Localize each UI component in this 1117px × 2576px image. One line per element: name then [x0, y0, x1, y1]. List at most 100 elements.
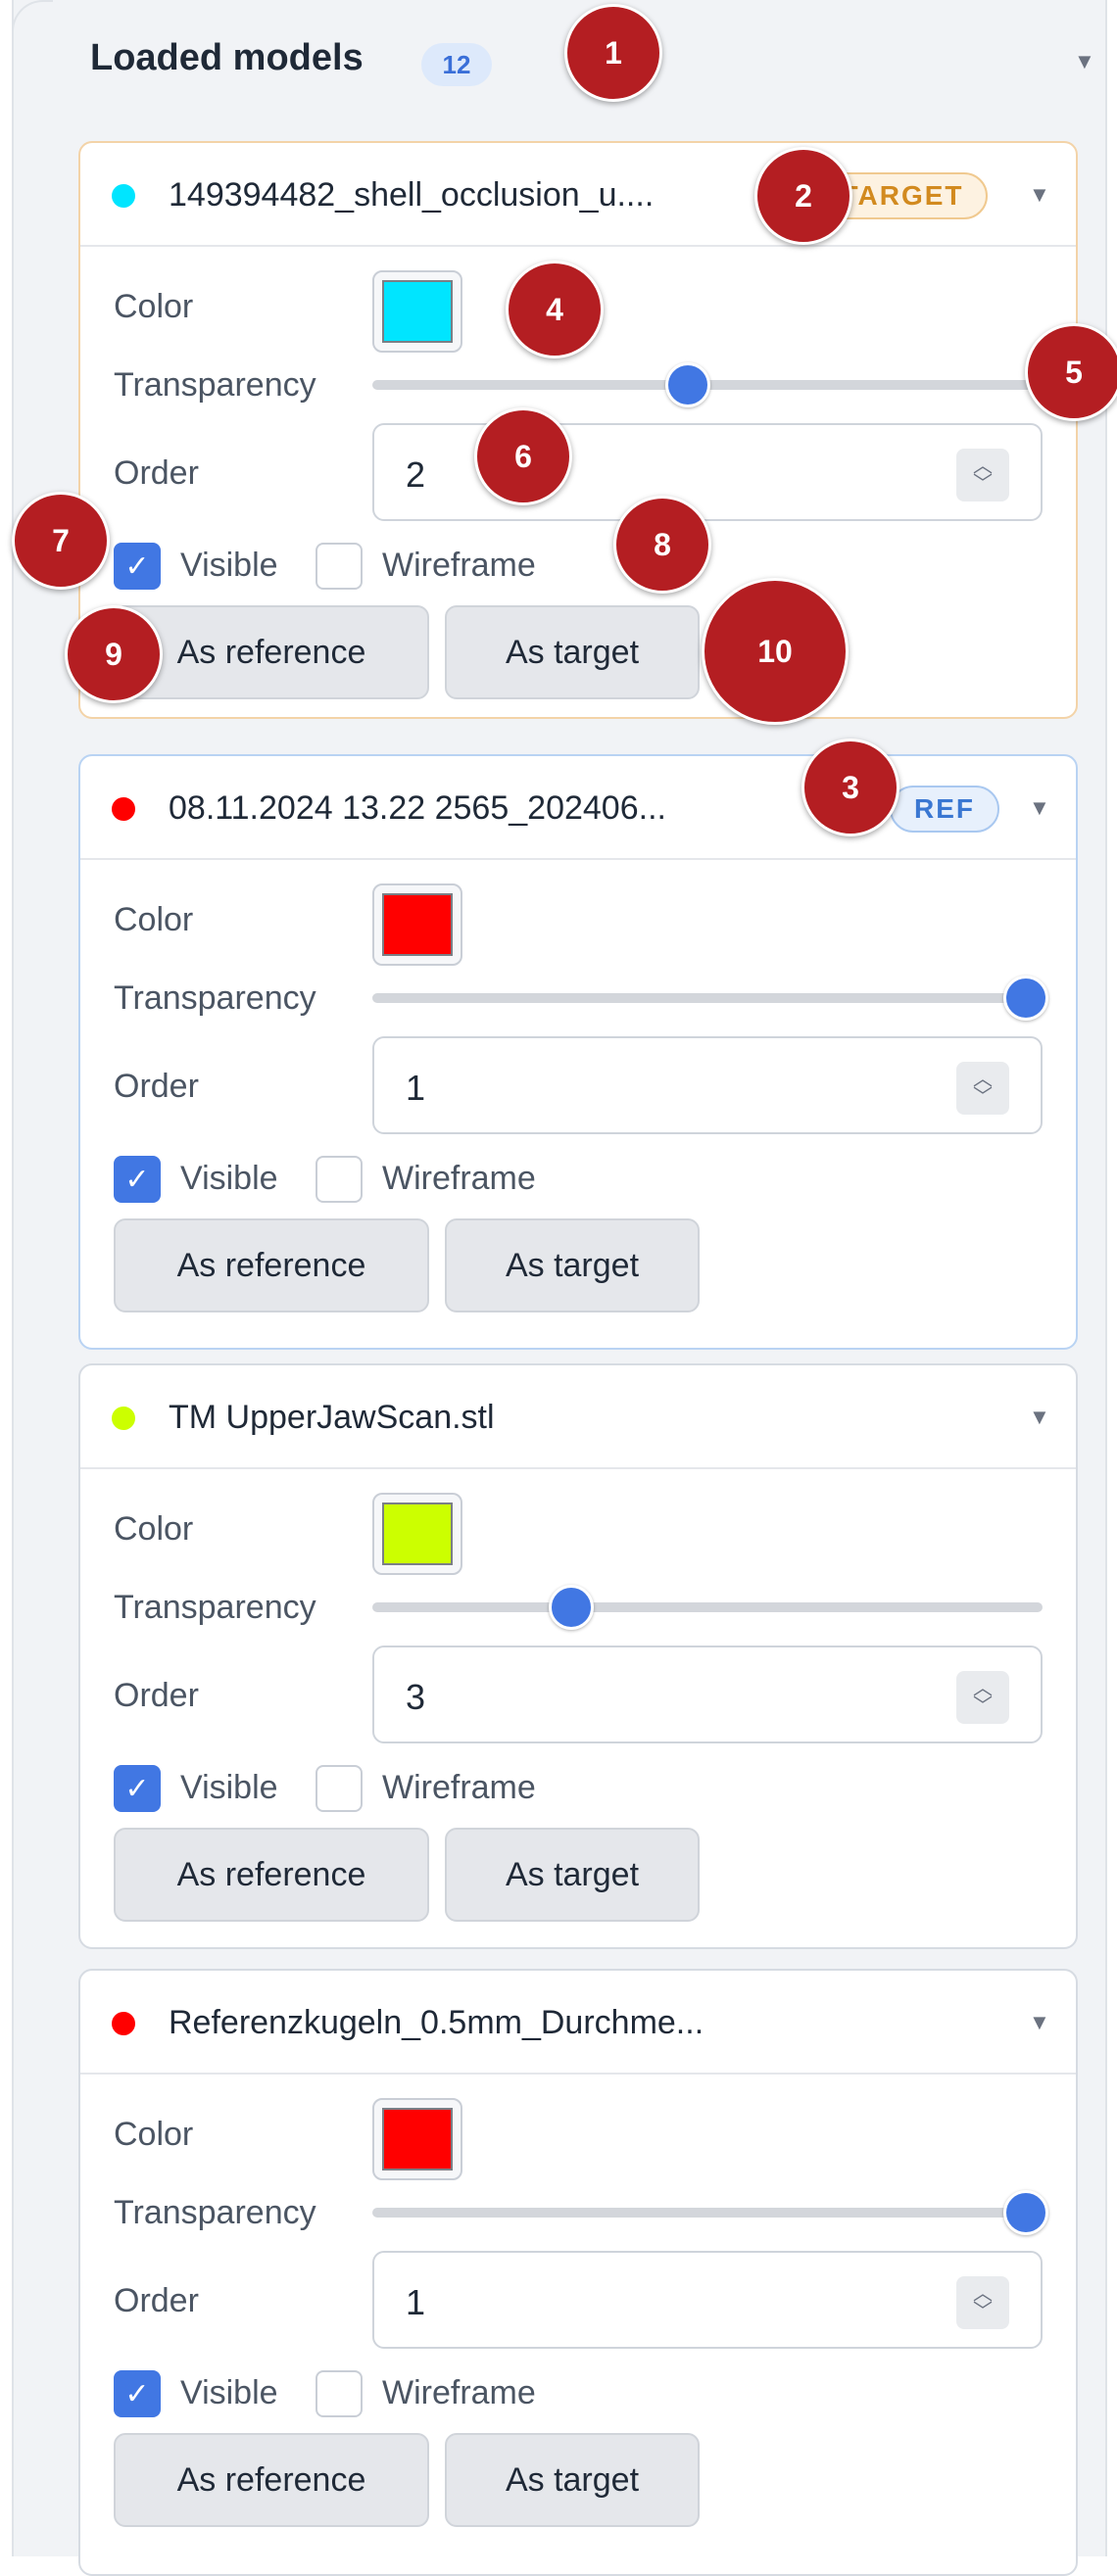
check-icon: ✓: [124, 549, 150, 583]
model-card: Referenzkugeln_0.5mm_Durchme... ▼ Color …: [78, 1969, 1078, 2576]
chevron-down-icon[interactable]: ▼: [1029, 2010, 1050, 2035]
visible-checkbox[interactable]: ✓: [114, 2370, 161, 2417]
as-reference-button[interactable]: As reference: [114, 2433, 429, 2527]
transparency-slider[interactable]: [372, 2208, 1043, 2218]
transparency-label: Transparency: [114, 1589, 316, 1626]
check-icon: ✓: [124, 2377, 150, 2410]
annotation-marker: 9: [65, 605, 163, 703]
order-value: 1: [406, 2282, 426, 2322]
transparency-label: Transparency: [114, 2194, 316, 2231]
as-reference-button[interactable]: As reference: [114, 1218, 429, 1312]
transparency-slider-handle[interactable]: [549, 1585, 594, 1630]
color-swatch: [382, 2108, 453, 2171]
color-label: Color: [114, 288, 194, 325]
as-target-button[interactable]: As target: [445, 1218, 700, 1312]
wireframe-label: Wireframe: [382, 2374, 536, 2411]
wireframe-checkbox[interactable]: [316, 2370, 363, 2417]
color-swatch: [382, 280, 453, 343]
chevron-down-icon[interactable]: ▼: [1029, 795, 1050, 821]
annotation-marker: 1: [564, 4, 662, 102]
visible-label: Visible: [180, 1160, 278, 1197]
order-field[interactable]: 1 ︿ ﹀: [372, 2251, 1043, 2349]
color-swatch: [382, 1503, 453, 1565]
model-card: 149394482_shell_occlusion_u.... TARGET ▼…: [78, 141, 1078, 719]
wireframe-label: Wireframe: [382, 1160, 536, 1197]
order-label: Order: [114, 454, 199, 492]
stepper-icon[interactable]: ︿ ﹀: [956, 449, 1009, 501]
stepper-icon[interactable]: ︿ ﹀: [956, 1062, 1009, 1115]
color-label: Color: [114, 1510, 194, 1548]
order-label: Order: [114, 1068, 199, 1105]
stepper-icon[interactable]: ︿ ﹀: [956, 1671, 1009, 1724]
chevron-down-icon[interactable]: ▼: [1029, 182, 1050, 208]
wireframe-checkbox[interactable]: [316, 1765, 363, 1812]
model-card-header[interactable]: 149394482_shell_occlusion_u.... TARGET ▼: [80, 143, 1076, 247]
color-picker[interactable]: [372, 1493, 462, 1575]
model-color-dot: [112, 2012, 135, 2035]
annotation-marker: 10: [702, 578, 849, 725]
annotation-marker: 7: [12, 492, 110, 590]
color-picker[interactable]: [372, 2098, 462, 2180]
model-name: 08.11.2024 13.22 2565_202406...: [169, 789, 666, 827]
model-card: TM UpperJawScan.stl ▼ Color Transparency…: [78, 1363, 1078, 1949]
color-picker[interactable]: [372, 883, 462, 966]
wireframe-checkbox[interactable]: [316, 1156, 363, 1203]
transparency-slider[interactable]: [372, 1602, 1043, 1612]
model-card-header[interactable]: 08.11.2024 13.22 2565_202406... REF ▼: [80, 756, 1076, 860]
visible-label: Visible: [180, 547, 278, 584]
visible-checkbox[interactable]: ✓: [114, 543, 161, 590]
chevron-down-icon[interactable]: ▼: [1074, 49, 1095, 74]
transparency-label: Transparency: [114, 366, 316, 404]
order-value: 2: [406, 454, 426, 495]
visible-label: Visible: [180, 2374, 278, 2411]
model-color-dot: [112, 184, 135, 208]
visible-checkbox[interactable]: ✓: [114, 1765, 161, 1812]
model-color-dot: [112, 1407, 135, 1430]
model-color-dot: [112, 797, 135, 821]
annotation-marker: 4: [506, 261, 604, 358]
color-label: Color: [114, 901, 194, 938]
model-card: 08.11.2024 13.22 2565_202406... REF ▼ Co…: [78, 754, 1078, 1350]
order-field[interactable]: 2 ︿ ﹀: [372, 423, 1043, 521]
visible-label: Visible: [180, 1769, 278, 1806]
annotation-marker: 3: [801, 739, 899, 836]
stepper-icon[interactable]: ︿ ﹀: [956, 2276, 1009, 2329]
model-card-header[interactable]: Referenzkugeln_0.5mm_Durchme... ▼: [80, 1971, 1076, 2075]
annotation-marker: 2: [754, 147, 852, 245]
transparency-slider-handle[interactable]: [665, 362, 710, 407]
order-field[interactable]: 3 ︿ ﹀: [372, 1646, 1043, 1743]
model-count-badge: 12: [421, 43, 492, 86]
as-reference-button[interactable]: As reference: [114, 1828, 429, 1922]
chevron-down-icon[interactable]: ▼: [1029, 1405, 1050, 1430]
order-label: Order: [114, 2282, 199, 2319]
panel-header[interactable]: Loaded models 12 ▼: [14, 0, 1105, 127]
model-name: Referenzkugeln_0.5mm_Durchme...: [169, 2004, 704, 2041]
wireframe-label: Wireframe: [382, 547, 536, 584]
as-target-button[interactable]: As target: [445, 1828, 700, 1922]
order-value: 3: [406, 1677, 426, 1717]
model-name: TM UpperJawScan.stl: [169, 1399, 495, 1436]
order-field[interactable]: 1 ︿ ﹀: [372, 1036, 1043, 1134]
transparency-label: Transparency: [114, 979, 316, 1017]
transparency-slider-handle[interactable]: [1003, 2190, 1048, 2235]
color-label: Color: [114, 2116, 194, 2153]
as-target-button[interactable]: As target: [445, 2433, 700, 2527]
wireframe-label: Wireframe: [382, 1769, 536, 1806]
visible-checkbox[interactable]: ✓: [114, 1156, 161, 1203]
wireframe-checkbox[interactable]: [316, 543, 363, 590]
annotation-marker: 5: [1025, 323, 1117, 421]
check-icon: ✓: [124, 1772, 150, 1805]
transparency-slider-handle[interactable]: [1003, 976, 1048, 1021]
panel-title: Loaded models: [90, 37, 364, 78]
as-target-button[interactable]: As target: [445, 605, 700, 699]
color-swatch: [382, 893, 453, 956]
model-card-header[interactable]: TM UpperJawScan.stl ▼: [80, 1365, 1076, 1469]
check-icon: ✓: [124, 1163, 150, 1196]
order-label: Order: [114, 1677, 199, 1714]
annotation-marker: 6: [474, 407, 572, 505]
transparency-slider[interactable]: [372, 993, 1043, 1003]
annotation-marker: 8: [613, 496, 711, 594]
color-picker[interactable]: [372, 270, 462, 353]
ref-badge: REF: [890, 786, 999, 833]
order-value: 1: [406, 1068, 426, 1108]
